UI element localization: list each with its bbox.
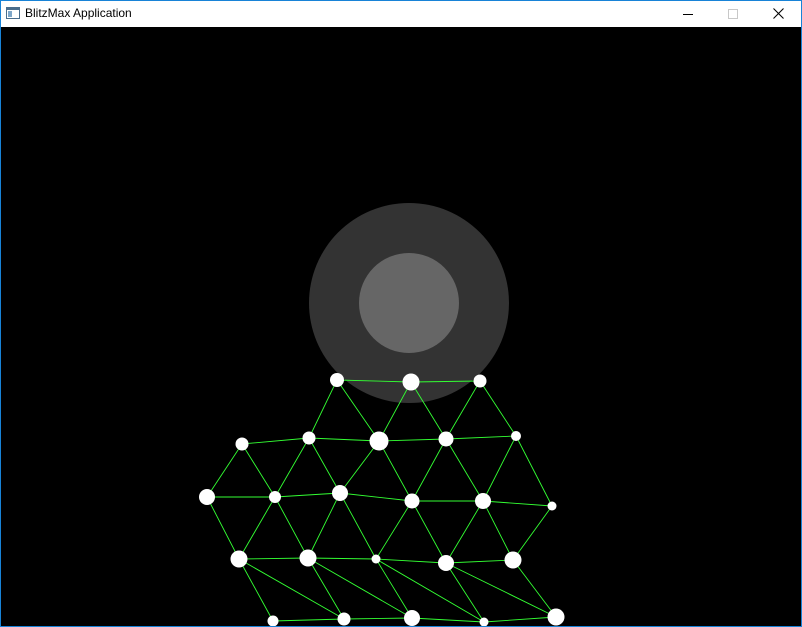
mesh-node	[402, 373, 420, 391]
mesh-spring-line	[515, 435, 553, 507]
close-button[interactable]	[756, 1, 801, 26]
mesh-node	[199, 489, 215, 505]
mesh-spring-line	[445, 500, 484, 564]
mesh-node	[547, 501, 557, 511]
mesh-spring-line	[206, 443, 243, 498]
mesh-spring-line	[375, 500, 413, 560]
mesh-spring-line	[307, 492, 341, 559]
mesh-node	[504, 551, 522, 569]
mesh-spring-line	[307, 557, 413, 619]
mesh-spring-line	[308, 379, 338, 439]
mesh-node	[473, 374, 487, 388]
mesh-spring-line	[375, 558, 485, 623]
mesh-spring-line	[274, 492, 341, 498]
mesh-spring-line	[479, 380, 517, 437]
mesh-node	[330, 373, 344, 387]
mesh-spring-line	[206, 496, 240, 560]
mesh-spring-line	[411, 617, 485, 623]
mesh-spring-line	[445, 438, 484, 502]
mesh-spring-line	[512, 559, 557, 618]
mesh-node	[230, 550, 248, 568]
mesh-spring-line	[238, 558, 345, 620]
mesh-spring-line	[482, 500, 553, 507]
mesh-node	[479, 617, 489, 626]
mesh-spring-line	[411, 438, 447, 502]
mesh-spring-line	[307, 557, 377, 560]
mesh-spring-line	[238, 496, 276, 560]
mesh-node	[299, 549, 317, 567]
mesh-spring-line	[512, 505, 553, 561]
mesh-spring-line	[445, 559, 514, 564]
mesh-nodes	[199, 373, 565, 626]
mesh-spring-line	[375, 558, 413, 619]
mesh-spring-line	[241, 437, 310, 445]
mesh-spring-line	[307, 557, 345, 620]
app-window-icon[interactable]	[6, 6, 20, 20]
mesh-spring-line	[378, 438, 447, 442]
graphics-canvas[interactable]	[1, 27, 801, 626]
mesh-node	[302, 431, 316, 445]
mesh-spring-line	[482, 435, 517, 502]
mesh-spring-line	[308, 437, 341, 494]
mesh-spring-line	[274, 496, 309, 559]
maximize-icon	[727, 8, 738, 19]
mesh-node	[511, 431, 521, 441]
mesh-spring-line	[375, 558, 447, 564]
mesh-spring-line	[339, 492, 413, 502]
app-window: BlitzMax Application	[0, 0, 802, 627]
mesh-spring-line	[274, 437, 310, 498]
mesh-spring-line	[482, 500, 514, 561]
scene-svg	[199, 203, 565, 626]
mesh-spring-line	[308, 437, 380, 442]
mesh-node	[438, 555, 454, 571]
mesh-spring-line	[272, 618, 345, 622]
mesh-spring-line	[483, 616, 557, 623]
mesh-node	[337, 612, 351, 626]
mesh-spring-line	[411, 500, 447, 564]
mesh-spring-line	[445, 435, 517, 440]
mesh-spring-line	[378, 440, 413, 502]
mesh-node	[332, 485, 348, 501]
mesh-node	[369, 431, 389, 451]
mesh-node	[547, 608, 565, 626]
mesh-node	[235, 437, 249, 451]
window-title: BlitzMax Application	[25, 6, 132, 20]
close-icon	[773, 8, 784, 19]
minimize-icon	[682, 13, 693, 15]
maximize-button[interactable]	[710, 1, 755, 26]
mesh-lines	[206, 379, 557, 623]
inner-circle	[359, 253, 459, 353]
mesh-node	[267, 615, 279, 626]
mesh-node	[404, 493, 420, 509]
mesh-node	[371, 554, 381, 564]
mesh-node	[475, 493, 491, 509]
mesh-node	[438, 431, 454, 447]
mesh-spring-line	[343, 617, 413, 620]
mesh-node	[269, 491, 281, 503]
mesh-spring-line	[339, 440, 380, 494]
mesh-spring-line	[445, 562, 557, 618]
minimize-button[interactable]	[665, 1, 710, 26]
mesh-node	[404, 610, 420, 626]
title-bar[interactable]: BlitzMax Application	[1, 1, 801, 26]
mesh-spring-line	[241, 443, 276, 498]
mesh-spring-line	[339, 492, 377, 560]
mesh-spring-line	[238, 557, 309, 560]
